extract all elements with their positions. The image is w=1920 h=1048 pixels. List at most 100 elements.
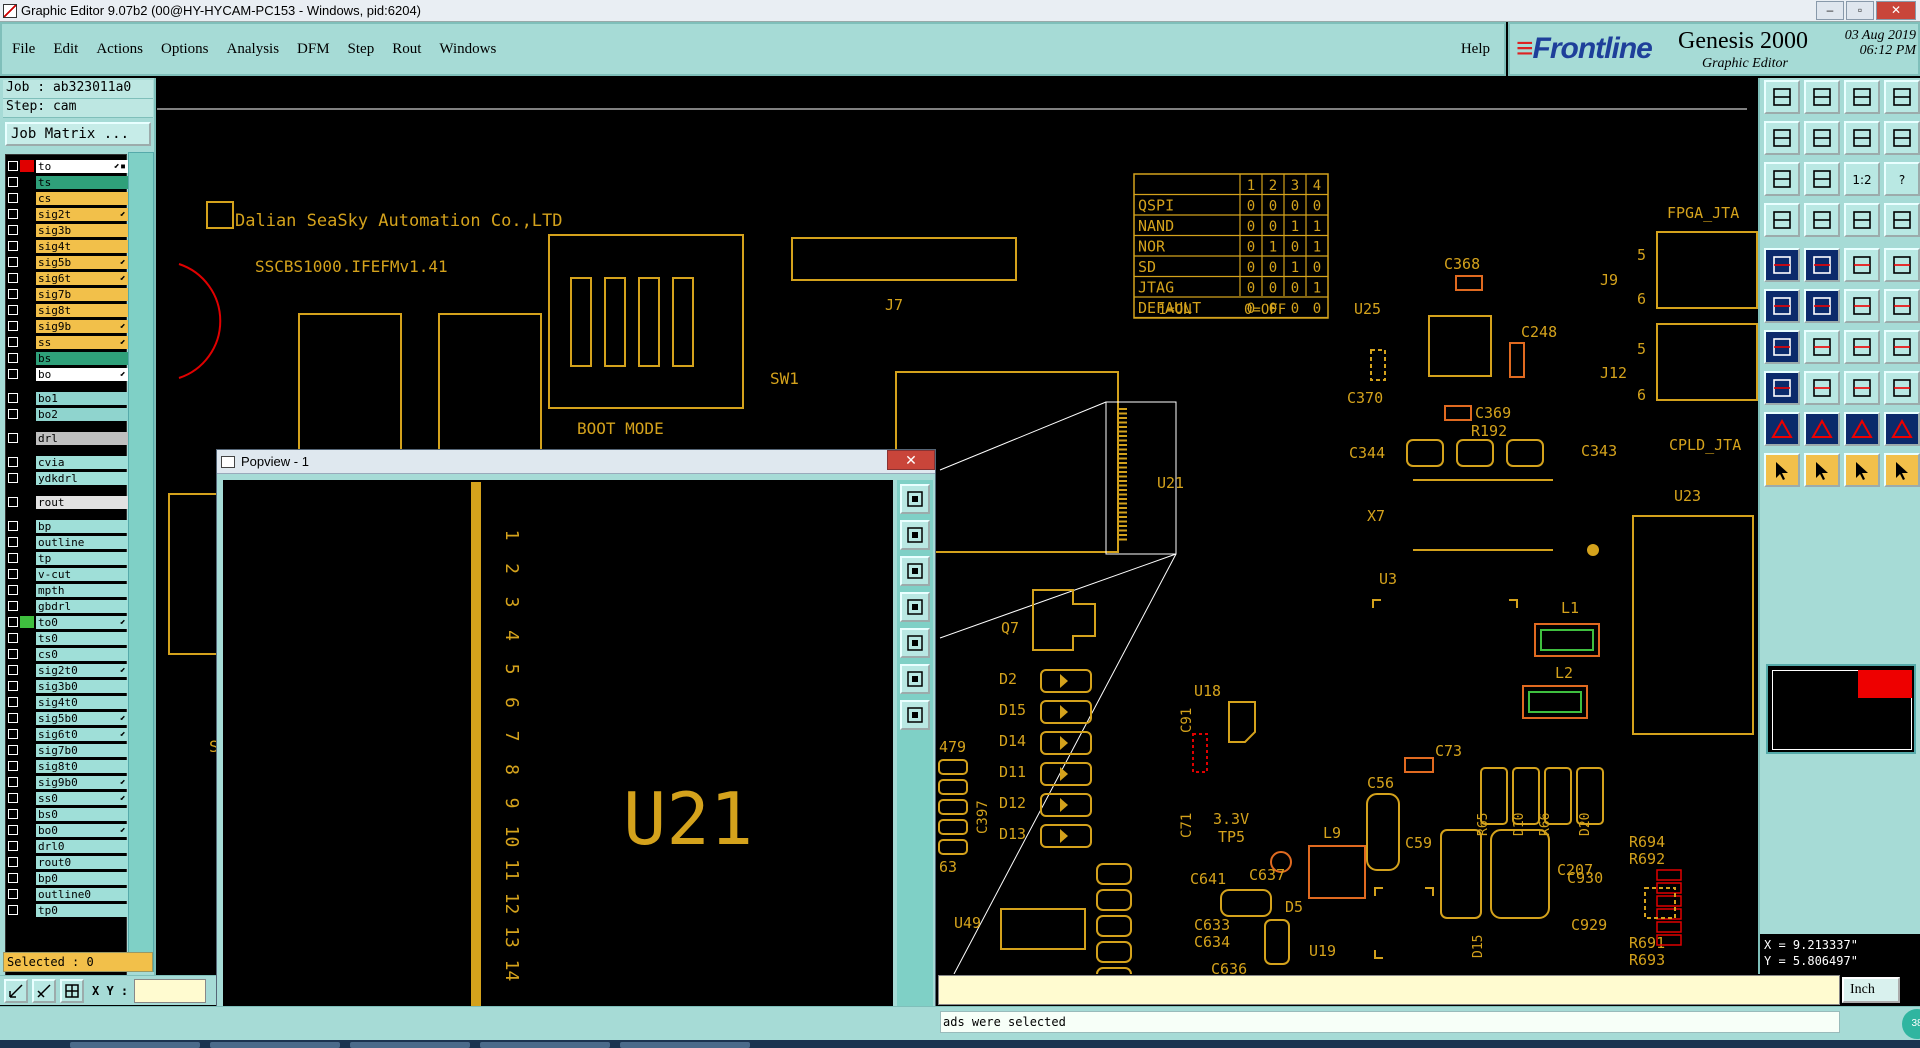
layer-name[interactable]: mpth [36,583,128,597]
grid-tool[interactable] [60,978,84,1003]
xy-input[interactable] [134,978,207,1003]
step-left-button[interactable] [1764,121,1800,155]
layer-checkbox[interactable] [8,497,18,507]
layer-row[interactable]: mpth [8,583,128,597]
layer-checkbox[interactable] [8,393,18,403]
layer-row[interactable]: sig6t ⬋ [8,271,128,285]
stretch-button[interactable] [1844,371,1880,405]
menu-windows[interactable]: Windows [439,41,496,58]
layer-name[interactable]: sig8t0 [36,759,128,773]
cross-button[interactable] [1804,289,1840,323]
layer-checkbox[interactable] [8,873,18,883]
layer-name[interactable]: bs [36,351,128,365]
layer-color-swatch[interactable] [20,776,34,788]
layer-color-swatch[interactable] [20,584,34,596]
layer-scrollbar[interactable] [128,152,154,972]
layer-color-swatch[interactable] [20,456,34,468]
layer-checkbox[interactable] [8,241,18,251]
pop-right-button[interactable] [900,628,930,658]
layer-name[interactable]: cs [36,191,128,205]
layer-checkbox[interactable] [8,409,18,419]
layer-row[interactable]: rout [8,495,128,509]
layer-checkbox[interactable] [8,225,18,235]
layer-row[interactable]: bo0 ⬋ [8,823,128,837]
layer-row[interactable]: ss ⬋ [8,335,128,349]
layer-color-swatch[interactable] [20,224,34,236]
layer-name[interactable]: bo1 [36,391,128,405]
layer-name[interactable]: sig7b [36,287,128,301]
layer-checkbox[interactable] [8,729,18,739]
layer-name[interactable]: cvia [36,455,128,469]
layer-row[interactable]: sig8t [8,303,128,317]
pointer-b-button[interactable] [1804,453,1840,487]
split-button[interactable] [1884,121,1920,155]
layer-row[interactable]: sig7b0 [8,743,128,757]
layer-row[interactable]: cs0 [8,647,128,661]
layer-color-swatch[interactable] [20,392,34,404]
layer-name[interactable]: sig5b ⬋ [36,255,128,269]
layer-name[interactable]: drl0 [36,839,128,853]
layer-row[interactable]: sig4t0 [8,695,128,709]
pop-split-button[interactable] [900,484,930,514]
layer-list[interactable]: to ⬋▪ ts cs sig2t ⬋ sig3b sig4t sig5b ⬋ sig6t ⬋ sig7… [5,154,128,991]
layer-checkbox[interactable] [8,321,18,331]
layer-row[interactable]: ydkdrl [8,471,128,485]
layer-name[interactable]: sig4t [36,239,128,253]
grid-button[interactable] [1804,203,1840,237]
ratio-button[interactable]: 1:2 [1844,162,1880,196]
layer-color-swatch[interactable] [20,432,34,444]
step-right-button[interactable] [1804,121,1840,155]
layer-checkbox[interactable] [8,745,18,755]
layer-row[interactable]: to0 ⬋ [8,615,128,629]
overview-viewport[interactable] [1858,670,1912,698]
command-line[interactable] [938,975,1840,1005]
layer-name[interactable]: ss0 ⬋ [36,791,128,805]
layer-name[interactable]: ydkdrl [36,471,128,485]
arrange-button[interactable] [1884,330,1920,364]
layer-color-swatch[interactable] [20,600,34,612]
layer-row[interactable]: outline [8,535,128,549]
layer-row[interactable]: outline0 [8,887,128,901]
home-button[interactable] [1844,80,1880,114]
layer-checkbox[interactable] [8,257,18,267]
menu-analysis[interactable]: Analysis [227,41,280,58]
layer-row[interactable]: bo ⬋ [8,367,128,381]
layer-row[interactable]: bp [8,519,128,533]
layer-color-swatch[interactable] [20,472,34,484]
layer-name[interactable]: sig9b0 ⬋ [36,775,128,789]
layer-color-swatch[interactable] [20,664,34,676]
copy-to-button[interactable] [1844,289,1880,323]
layer-row[interactable]: sig3b [8,223,128,237]
layer-row[interactable]: to ⬋▪ [8,159,128,173]
layer-color-swatch[interactable] [20,840,34,852]
layer-row[interactable]: bs0 [8,807,128,821]
layer-checkbox[interactable] [8,777,18,787]
layer-checkbox[interactable] [8,353,18,363]
layer-color-swatch[interactable] [20,552,34,564]
layer-row[interactable]: cvia [8,455,128,469]
layer-name[interactable]: bo ⬋ [36,367,128,381]
layer-checkbox[interactable] [8,161,18,171]
layer-checkbox[interactable] [8,633,18,643]
layer-color-swatch[interactable] [20,632,34,644]
layer-name[interactable]: ss ⬋ [36,335,128,349]
snap-array-button[interactable] [1844,203,1880,237]
select-pattern-button[interactable] [1804,248,1840,282]
ruler-button[interactable] [1844,248,1880,282]
layer-color-swatch[interactable] [20,536,34,548]
layer-row[interactable]: bo1 [8,391,128,405]
taskbar-item-5[interactable] [620,1042,750,1048]
layer-name[interactable]: sig8t [36,303,128,317]
layer-row[interactable]: ts [8,175,128,189]
layer-color-swatch[interactable] [20,352,34,364]
layer-name[interactable]: sig6t0 ⬋ [36,727,128,741]
layer-name[interactable]: drl [36,431,128,445]
snap-tool-1[interactable] [4,978,28,1003]
maximize-button[interactable]: ▫ [1846,1,1874,20]
zoom-home-button[interactable] [1804,162,1840,196]
layer-color-swatch[interactable] [20,408,34,420]
layer-row[interactable]: sig9b0 ⬋ [8,775,128,789]
popview-window[interactable]: Popview - 1 ✕ 1 2 3 4 5 6 7 8 9 10 11 12 13 14 U21 [216,449,936,1048]
layer-checkbox[interactable] [8,177,18,187]
layer-checkbox[interactable] [8,569,18,579]
